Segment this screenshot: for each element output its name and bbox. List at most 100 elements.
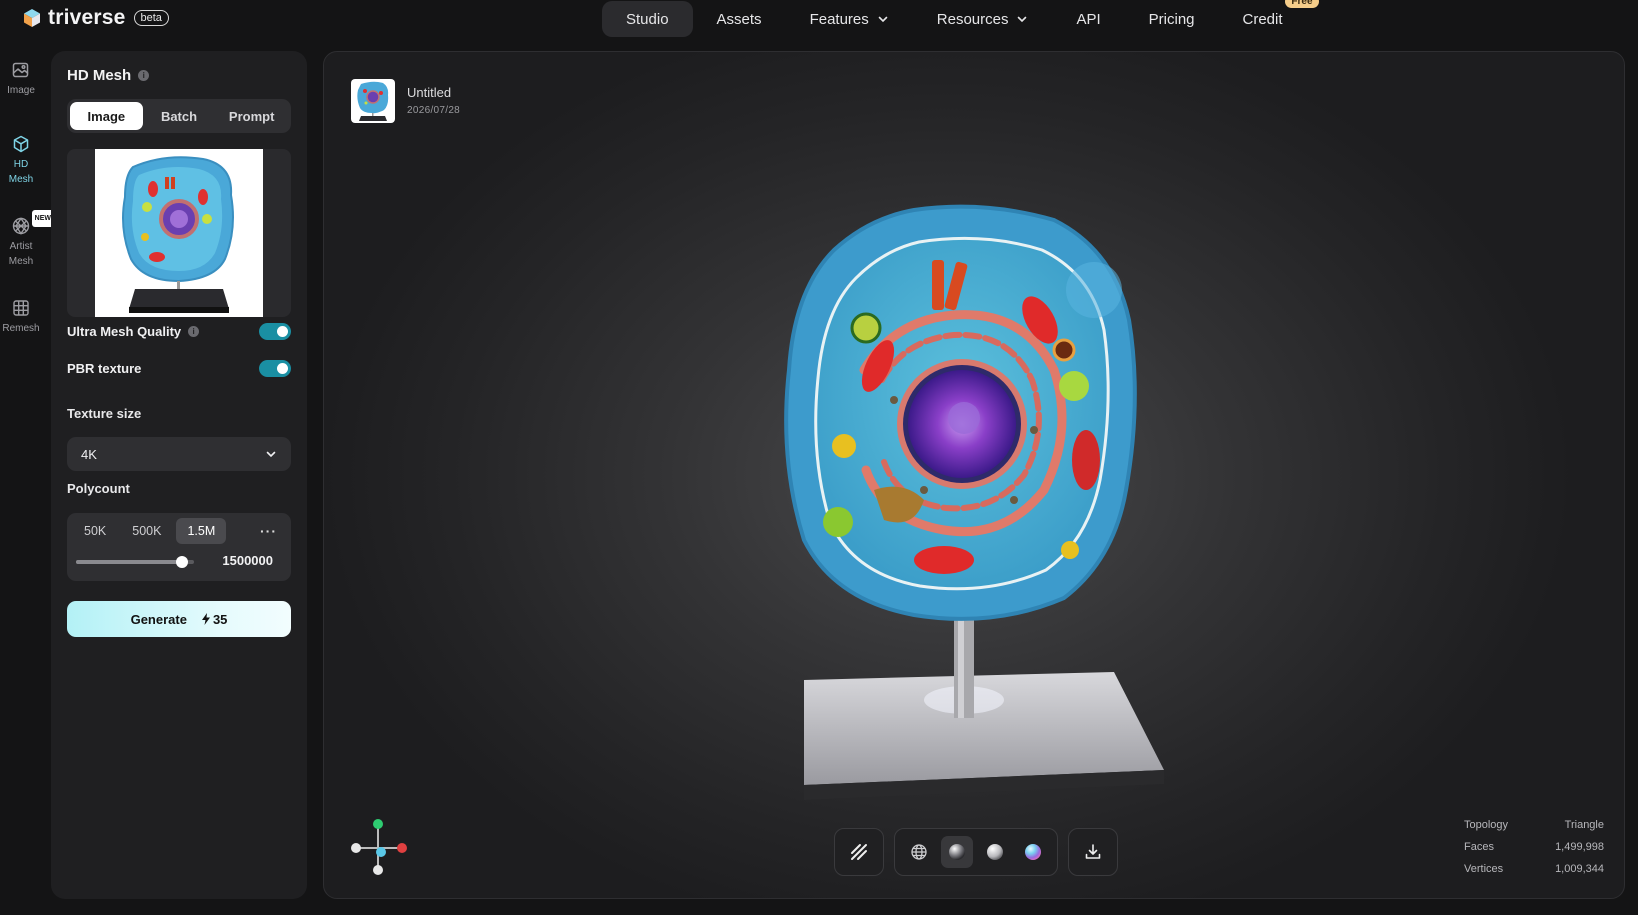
stat-value: 1,009,344 <box>1555 863 1604 875</box>
tool-group-download <box>1068 828 1118 876</box>
asset-date: 2026/07/28 <box>407 105 461 116</box>
nav-resources[interactable]: Resources <box>913 1 1053 37</box>
slider-fill <box>76 560 183 564</box>
tab-image[interactable]: Image <box>70 102 143 130</box>
chevron-down-icon <box>878 16 888 23</box>
rail-label: Remesh <box>2 323 40 334</box>
nav-label: Credit <box>1242 10 1283 28</box>
pbr-texture-toggle[interactable] <box>259 360 291 377</box>
polycount-label: Polycount <box>67 481 130 496</box>
viewport-toolbar <box>834 828 1118 876</box>
nav-label: Features <box>809 10 869 28</box>
tab-batch[interactable]: Batch <box>143 102 216 130</box>
rail-item-image[interactable]: Image <box>0 60 42 116</box>
stat-faces: Faces 1,499,998 <box>1464 836 1604 858</box>
rail-item-remesh[interactable]: Remesh <box>0 298 42 354</box>
more-options-icon[interactable]: ··· <box>260 518 277 544</box>
stat-label: Vertices <box>1464 863 1504 875</box>
image-icon <box>12 62 29 78</box>
input-mode-tabs: Image Batch Prompt <box>67 99 291 133</box>
sphere-iridescent-icon[interactable] <box>1017 836 1049 868</box>
chevron-down-icon <box>1018 16 1027 23</box>
logo[interactable]: triverse beta <box>22 6 169 30</box>
pbr-texture-label: PBR texture <box>67 361 142 376</box>
main-nav: Studio Assets Features Resources API Pri… <box>602 0 1319 37</box>
rail-label: Artist Mesh <box>8 241 34 267</box>
polycount-value: 1500000 <box>222 553 273 568</box>
model-render <box>784 204 1164 800</box>
ultra-mesh-quality-toggle[interactable] <box>259 323 291 340</box>
generate-cost: 35 <box>201 612 227 627</box>
stat-value: Triangle <box>1564 819 1604 831</box>
slider-handle[interactable] <box>176 556 189 568</box>
input-image-dropzone[interactable] <box>67 149 291 317</box>
info-icon[interactable]: i <box>188 326 200 337</box>
texture-size-select[interactable]: 4K <box>67 437 291 471</box>
polycount-option-500k[interactable]: 500K <box>121 518 172 544</box>
ultra-mesh-quality-label: Ultra Mesh Quality i <box>67 324 200 339</box>
generate-cost-value: 35 <box>212 611 228 627</box>
polycount-control: 50K 500K 1.5M ··· 1500000 <box>67 513 291 581</box>
rail-item-hd-mesh[interactable]: HD Mesh <box>0 134 42 202</box>
tool-rail: Image HD Mesh NEW Artist Mesh Remesh <box>0 60 54 354</box>
chevron-down-icon <box>266 451 276 458</box>
ultra-mesh-quality-row: Ultra Mesh Quality i <box>67 323 291 340</box>
generate-button[interactable]: Generate 35 <box>67 601 291 637</box>
app-name: triverse <box>48 6 126 29</box>
tool-group-wireframe <box>834 828 884 876</box>
stat-label: Faces <box>1464 841 1494 853</box>
stat-topology: Topology Triangle <box>1464 814 1604 836</box>
grid-icon <box>13 300 29 316</box>
tab-prompt[interactable]: Prompt <box>215 102 288 130</box>
nav-features[interactable]: Features <box>786 1 913 37</box>
nav-credit[interactable]: Credit Free <box>1219 0 1319 37</box>
asset-name: Untitled <box>407 85 452 100</box>
axis-gizmo-icon[interactable] <box>346 814 410 878</box>
polycount-option-50k[interactable]: 50K <box>73 518 117 544</box>
stat-label: Topology <box>1464 819 1509 831</box>
nav-pricing[interactable]: Pricing <box>1125 1 1219 37</box>
3d-viewport[interactable]: Untitled 2026/07/28 Topology Triangle Fa… <box>323 51 1625 899</box>
sphere-matte-icon[interactable] <box>979 836 1011 868</box>
input-image-preview <box>95 149 263 317</box>
mesh-sphere-icon <box>12 217 30 235</box>
stat-vertices: Vertices 1,009,344 <box>1464 858 1604 880</box>
download-icon[interactable] <box>1077 836 1109 868</box>
cube-icon <box>13 135 29 153</box>
wireframe-toggle-icon[interactable] <box>843 836 875 868</box>
texture-size-value: 4K <box>81 446 97 462</box>
beta-badge: beta <box>133 10 169 26</box>
nav-studio[interactable]: Studio <box>602 1 693 37</box>
sphere-shaded-icon[interactable] <box>941 836 973 868</box>
tool-group-materials <box>894 828 1058 876</box>
lightning-icon <box>201 613 210 625</box>
rail-label: Image <box>7 85 35 96</box>
asset-thumbnail[interactable] <box>351 79 395 123</box>
ultra-mesh-quality-text: Ultra Mesh Quality <box>67 324 182 339</box>
nav-api[interactable]: API <box>1052 1 1124 37</box>
nav-label: Assets <box>716 10 762 28</box>
rail-item-artist-mesh[interactable]: NEW Artist Mesh <box>0 210 54 284</box>
globe-icon[interactable] <box>903 836 935 868</box>
polycount-option-1-5m[interactable]: 1.5M <box>176 518 227 544</box>
mesh-stats: Topology Triangle Faces 1,499,998 Vertic… <box>1464 814 1604 880</box>
rail-label: HD Mesh <box>8 159 34 185</box>
nav-label: Resources <box>936 10 1009 28</box>
panel-title-text: HD Mesh <box>67 67 132 84</box>
top-bar: triverse beta Studio Assets Features Res… <box>0 0 1638 44</box>
pbr-texture-row: PBR texture <box>67 360 291 377</box>
free-badge: Free <box>1285 0 1319 8</box>
nav-label: Pricing <box>1148 10 1195 28</box>
panel-title: HD Mesh i <box>67 67 150 84</box>
texture-size-label: Texture size <box>67 406 142 421</box>
generate-label: Generate <box>130 611 187 627</box>
nav-label: API <box>1076 10 1101 28</box>
polycount-presets: 50K 500K 1.5M <box>73 518 227 544</box>
nav-label: Studio <box>626 10 669 28</box>
info-icon[interactable]: i <box>138 70 150 81</box>
nav-assets[interactable]: Assets <box>693 1 786 37</box>
logo-icon <box>22 8 42 28</box>
generation-panel: HD Mesh i Image Batch Prompt Ultra Mesh … <box>51 51 307 899</box>
polycount-slider[interactable] <box>76 556 194 568</box>
stat-value: 1,499,998 <box>1555 841 1604 853</box>
